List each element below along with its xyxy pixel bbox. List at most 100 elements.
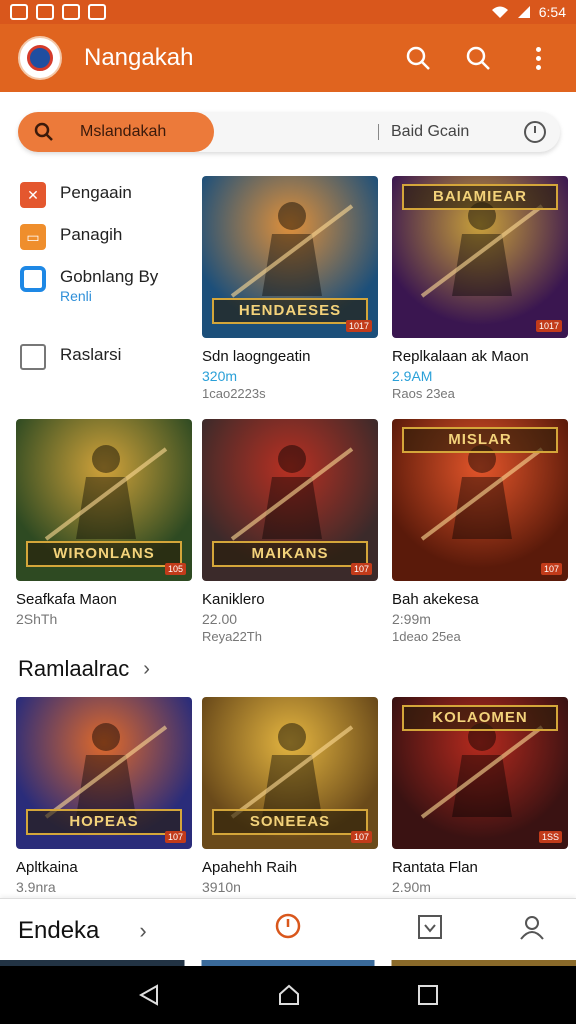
- age-rating-badge: 107: [164, 831, 186, 843]
- age-rating-badge: 1017: [535, 320, 562, 332]
- game-sub: Raos 23ea: [392, 386, 455, 401]
- search-pill-label: Mslandakah: [80, 123, 167, 140]
- game-title: Kaniklero: [202, 591, 265, 608]
- profile-icon[interactable]: [518, 913, 546, 941]
- game-card[interactable]: KOLAOMEN 1SS Rantata Flan 2.90m: [392, 697, 568, 895]
- game-thumbnail[interactable]: SONEEAS 107: [202, 697, 378, 849]
- game-meta: 3.9nra: [16, 879, 56, 895]
- search-bar[interactable]: Mslandakah Baid Gcain: [18, 112, 560, 152]
- game-meta: 2.9AM: [392, 368, 433, 384]
- filter-label: Panagih: [60, 225, 123, 244]
- system-nav-bar: [0, 966, 576, 1024]
- filter-item[interactable]: ✕ Pengaain: [20, 182, 190, 208]
- filter-item[interactable]: Gobnlang By Renli: [20, 266, 190, 304]
- status-time: 6:54: [538, 4, 566, 20]
- bottom-nav-label[interactable]: Endeka: [18, 917, 99, 945]
- status-bar: 6:54: [0, 0, 576, 24]
- game-thumbnail[interactable]: HOPEAS 107: [16, 697, 192, 849]
- section-title: Ramlaalrac: [18, 656, 130, 681]
- filter-label: Raslarsi: [60, 345, 122, 364]
- app-title: Nangakah: [84, 44, 194, 71]
- game-meta: 2ShTh: [16, 611, 58, 627]
- download-box-icon[interactable]: [416, 913, 444, 941]
- filter-item[interactable]: ▭ Panagih: [20, 224, 190, 250]
- app-logo[interactable]: [18, 36, 62, 80]
- game-thumbnail[interactable]: WIRONLANS 105: [16, 419, 192, 581]
- game-thumbnail[interactable]: HENDAESES 1017: [202, 176, 378, 338]
- filter-item[interactable]: Raslarsi: [20, 344, 190, 370]
- game-logo-banner: BAIAMIEAR: [402, 184, 558, 210]
- game-thumbnail[interactable]: MISLAR 107: [392, 419, 568, 581]
- notification-icon: [88, 4, 106, 20]
- folder-icon: ▭: [20, 224, 46, 250]
- app-bar: Nangakah: [0, 24, 576, 92]
- game-card[interactable]: MAIKANS 107 Kaniklero 22.00 Reya22Th: [202, 419, 378, 644]
- image-notification-icon: [62, 4, 80, 20]
- age-rating-badge: 1SS: [538, 831, 562, 843]
- game-logo-banner: KOLAOMEN: [402, 705, 558, 731]
- signal-icon: [517, 6, 530, 18]
- game-card[interactable]: HOPEAS 107 Apltkaina 3.9nra: [16, 697, 192, 895]
- x-icon: ✕: [20, 182, 46, 208]
- age-rating-badge: 107: [540, 563, 562, 575]
- game-logo-banner: MISLAR: [402, 427, 558, 453]
- game-title: Bah akekesa: [392, 591, 479, 608]
- checkbox-checked-icon[interactable]: [20, 266, 46, 292]
- game-card[interactable]: WIRONLANS 105 Seafkafa Maon 2ShTh: [16, 419, 192, 627]
- game-title: Replkalaan ak Maon: [392, 348, 529, 365]
- game-card[interactable]: HENDAESES 1017 Sdn laogngeatin 320m 1cao2…: [202, 176, 378, 401]
- filter-label: Pengaain: [60, 183, 132, 202]
- search-button[interactable]: [398, 38, 438, 78]
- notification-icon: [10, 4, 28, 20]
- game-thumbnail[interactable]: BAIAMIEAR 1017: [392, 176, 568, 338]
- home-notification-icon: [36, 4, 54, 20]
- game-meta: 2.90m: [392, 879, 431, 895]
- game-meta: 2:99m: [392, 611, 431, 627]
- game-meta: 22.00: [202, 611, 238, 627]
- filter-list: ✕ Pengaain ▭ Panagih Gobnlang By Renli R…: [20, 182, 190, 386]
- overflow-menu-button[interactable]: [518, 38, 558, 78]
- checkbox-icon[interactable]: [20, 344, 46, 370]
- age-rating-badge: 107: [350, 563, 372, 575]
- game-logo-banner: HOPEAS: [26, 809, 182, 835]
- search-secondary[interactable]: Baid Gcain: [378, 112, 469, 152]
- chevron-right-icon[interactable]: ›: [139, 918, 146, 944]
- game-card[interactable]: MISLAR 107 Bah akekesa 2:99m 1deao 25ea: [392, 419, 568, 644]
- compass-icon[interactable]: [274, 913, 302, 941]
- game-title: Apahehh Raih: [202, 859, 298, 876]
- recents-icon[interactable]: [417, 984, 439, 1006]
- game-title: Apltkaina: [16, 859, 78, 876]
- age-rating-badge: 1017: [345, 320, 372, 332]
- age-rating-badge: 107: [350, 831, 372, 843]
- search-icon: [406, 46, 430, 70]
- game-card[interactable]: BAIAMIEAR 1017 Replkalaan ak Maon 2.9AM R…: [392, 176, 568, 401]
- search-icon: [34, 122, 53, 141]
- game-sub: 1deao 25ea: [392, 629, 461, 644]
- game-logo-banner: WIRONLANS: [26, 541, 182, 567]
- search-tab-active[interactable]: Mslandakah: [18, 112, 214, 152]
- age-rating-badge: 105: [164, 563, 186, 575]
- section-header[interactable]: Ramlaalrac ›: [18, 656, 150, 682]
- history-icon[interactable]: [524, 121, 546, 143]
- back-icon[interactable]: [137, 983, 161, 1007]
- game-logo-banner: MAIKANS: [212, 541, 368, 567]
- home-icon[interactable]: [276, 982, 302, 1008]
- search-secondary-label: Baid Gcain: [391, 123, 470, 140]
- filter-sublabel: Renli: [60, 288, 92, 304]
- more-vert-icon: [535, 46, 541, 70]
- wifi-icon: [491, 6, 508, 18]
- game-title: Rantata Flan: [392, 859, 478, 876]
- game-thumbnail[interactable]: MAIKANS 107: [202, 419, 378, 581]
- game-thumbnail[interactable]: KOLAOMEN 1SS: [392, 697, 568, 849]
- bottom-nav: Endeka ›: [0, 898, 576, 962]
- search-button-secondary[interactable]: [458, 38, 498, 78]
- game-card[interactable]: SONEEAS 107 Apahehh Raih 3910n: [202, 697, 378, 895]
- game-logo-banner: SONEEAS: [212, 809, 368, 835]
- game-sub: Reya22Th: [202, 629, 262, 644]
- search-icon: [466, 46, 490, 70]
- game-title: Seafkafa Maon: [16, 591, 117, 608]
- filter-label: Gobnlang By: [60, 267, 159, 286]
- game-title: Sdn laogngeatin: [202, 348, 311, 365]
- chevron-right-icon: ›: [143, 657, 150, 680]
- game-meta: 3910n: [202, 879, 241, 895]
